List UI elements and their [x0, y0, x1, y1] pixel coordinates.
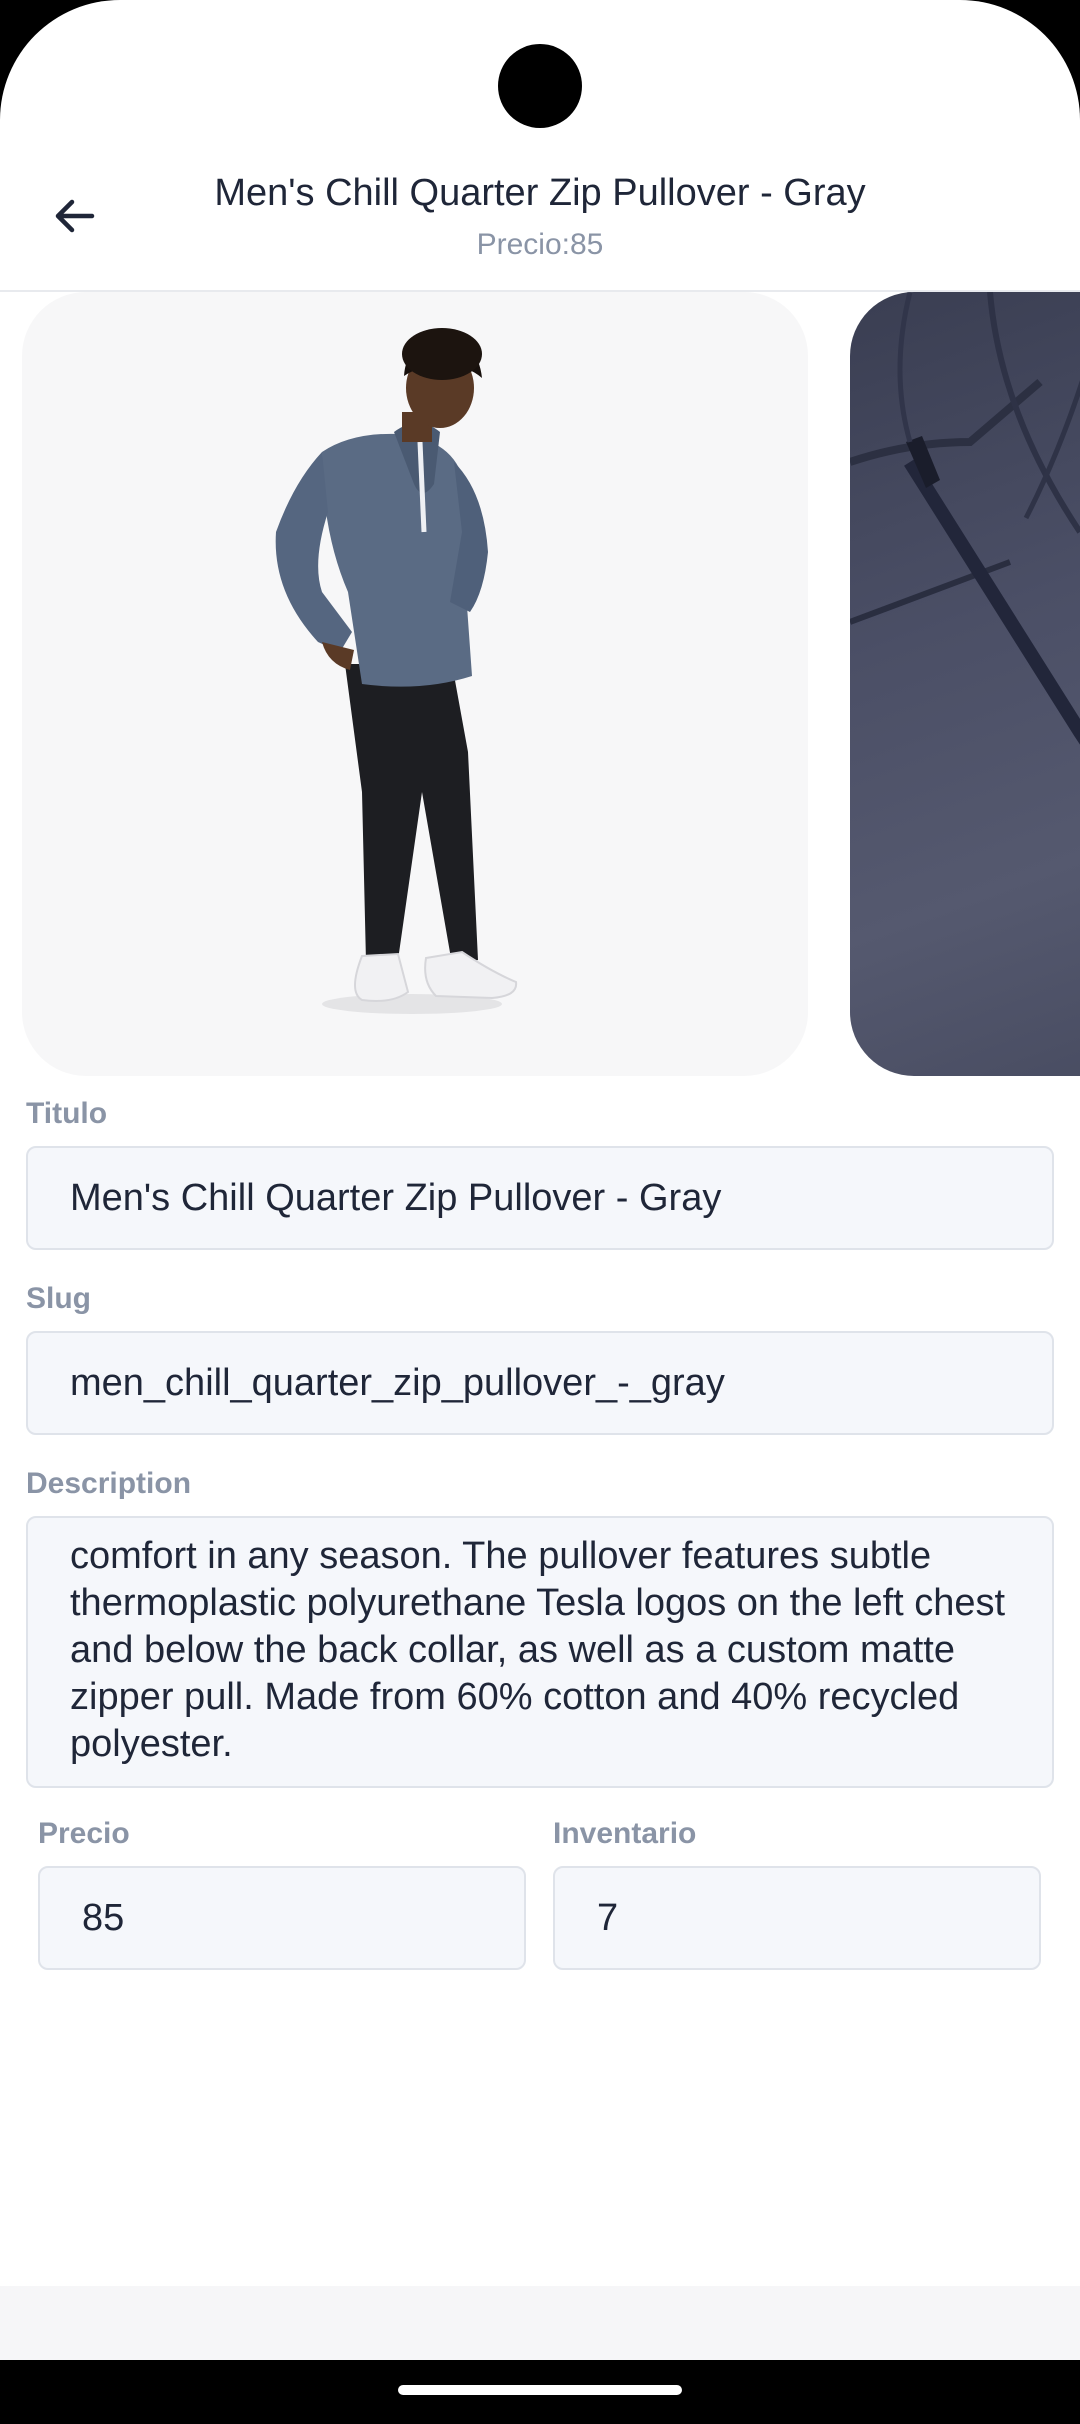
page-title: Men's Chill Quarter Zip Pullover - Gray [214, 172, 866, 214]
product-image-gallery[interactable] [0, 292, 1080, 1078]
product-detail-zipper-image[interactable] [850, 292, 1080, 1076]
description-textarea[interactable]: comfort in any season. The pullover feat… [26, 1516, 1054, 1788]
title-input[interactable]: Men's Chill Quarter Zip Pullover - Gray [26, 1146, 1054, 1250]
camera-cutout [498, 44, 582, 128]
slug-label: Slug [26, 1282, 91, 1315]
title-label: Titulo [26, 1097, 108, 1130]
inventory-input[interactable]: 7 [553, 1866, 1041, 1970]
description-label: Description [26, 1467, 192, 1500]
page-subtitle-price: Precio:85 [476, 228, 604, 261]
app-screen: Men's Chill Quarter Zip Pullover - Gray … [0, 0, 1080, 2360]
price-input[interactable]: 85 [38, 1866, 526, 1970]
price-label: Precio [38, 1817, 130, 1850]
home-indicator[interactable] [398, 2385, 682, 2395]
zipper-closeup-illustration [850, 292, 1080, 745]
description-text: comfort in any season. The pullover feat… [70, 1535, 1006, 1765]
bottom-bar-area [0, 2286, 1080, 2360]
arrow-left-icon [55, 199, 95, 233]
back-button[interactable] [38, 180, 110, 252]
product-model-image[interactable] [22, 292, 808, 1076]
inventory-label: Inventario [553, 1817, 697, 1850]
top-app-bar: Men's Chill Quarter Zip Pullover - Gray … [0, 150, 1080, 292]
model-illustration [275, 328, 518, 1014]
slug-input[interactable]: men_chill_quarter_zip_pullover_-_gray [26, 1331, 1054, 1435]
